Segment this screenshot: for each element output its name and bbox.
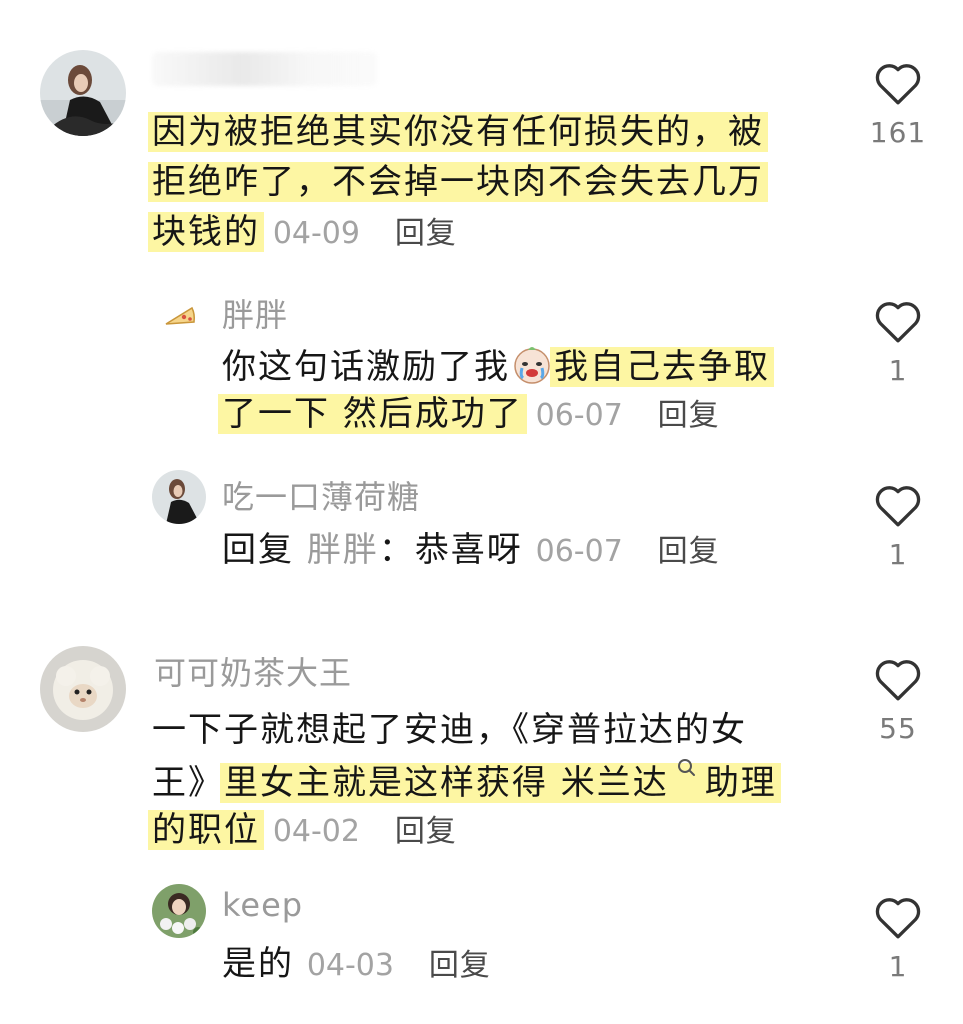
comment-text-line: 块钱的 04-09 回复 bbox=[148, 208, 457, 258]
heart-outline-icon bbox=[875, 660, 921, 701]
comment-date: 04-03 bbox=[306, 948, 394, 983]
reply-button[interactable]: 回复 bbox=[658, 534, 720, 569]
like-button[interactable]: 55 bbox=[868, 656, 928, 745]
like-button[interactable]: 1 bbox=[868, 298, 928, 387]
reply-username[interactable]: 吃一口薄荷糖 bbox=[222, 472, 420, 518]
comment-text-line: 一下子就想起了安迪，《穿普拉达的女 bbox=[152, 710, 747, 750]
like-button[interactable]: 161 bbox=[868, 60, 928, 149]
reply-username[interactable]: keep bbox=[222, 886, 303, 924]
comment-text-line: 拒绝咋了，不会掉一块肉不会失去几万 bbox=[148, 158, 768, 206]
comment-date: 04-02 bbox=[272, 814, 360, 849]
avatar[interactable] bbox=[40, 646, 126, 732]
reply-text-line: 你这句话激励了我 我自己去争取 bbox=[222, 342, 774, 391]
like-button[interactable]: 1 bbox=[868, 894, 928, 983]
username-blurred[interactable] bbox=[152, 52, 377, 86]
comment-date: 04-09 bbox=[272, 216, 360, 251]
heart-outline-icon bbox=[875, 302, 921, 343]
comment-text-line: 因为被拒绝其实你没有任何损失的，被 bbox=[148, 108, 768, 156]
heart-outline-icon bbox=[875, 898, 921, 939]
comment-date: 06-07 bbox=[535, 534, 623, 569]
like-count: 1 bbox=[888, 538, 908, 571]
comment-text-line: 王》里女主就是这样获得 米兰达 助理 bbox=[152, 756, 781, 807]
heart-outline-icon bbox=[875, 64, 921, 105]
reply-button[interactable]: 回复 bbox=[395, 216, 457, 251]
heart-outline-icon bbox=[875, 486, 921, 527]
avatar[interactable] bbox=[40, 50, 126, 136]
avatar[interactable] bbox=[152, 884, 206, 938]
like-count: 1 bbox=[888, 950, 908, 983]
reply-text-line: 了一下 然后成功了 06-07 回复 bbox=[218, 390, 720, 440]
comment-text-line: 的职位 04-02 回复 bbox=[148, 806, 457, 856]
like-count: 1 bbox=[888, 354, 908, 387]
comment-username[interactable]: 可可奶茶大王 bbox=[154, 648, 352, 694]
reply-text-line: 回复 胖胖：恭喜呀 06-07 回复 bbox=[222, 530, 720, 570]
like-count: 55 bbox=[879, 712, 917, 745]
avatar[interactable] bbox=[152, 470, 206, 524]
crying-face-emoji bbox=[514, 347, 550, 384]
pizza-slice-icon[interactable] bbox=[162, 300, 198, 330]
reply-button[interactable]: 回复 bbox=[658, 398, 720, 433]
like-count: 161 bbox=[869, 116, 927, 149]
comment-date: 06-07 bbox=[535, 398, 623, 433]
reply-username[interactable]: 胖胖 bbox=[222, 290, 288, 336]
mention-link[interactable]: 胖胖 bbox=[307, 530, 379, 570]
reply-button[interactable]: 回复 bbox=[395, 814, 457, 849]
reply-text-line: 是的 04-03 回复 bbox=[222, 944, 491, 984]
reply-button[interactable]: 回复 bbox=[429, 948, 491, 983]
search-mini-icon[interactable] bbox=[675, 756, 699, 780]
like-button[interactable]: 1 bbox=[868, 482, 928, 571]
